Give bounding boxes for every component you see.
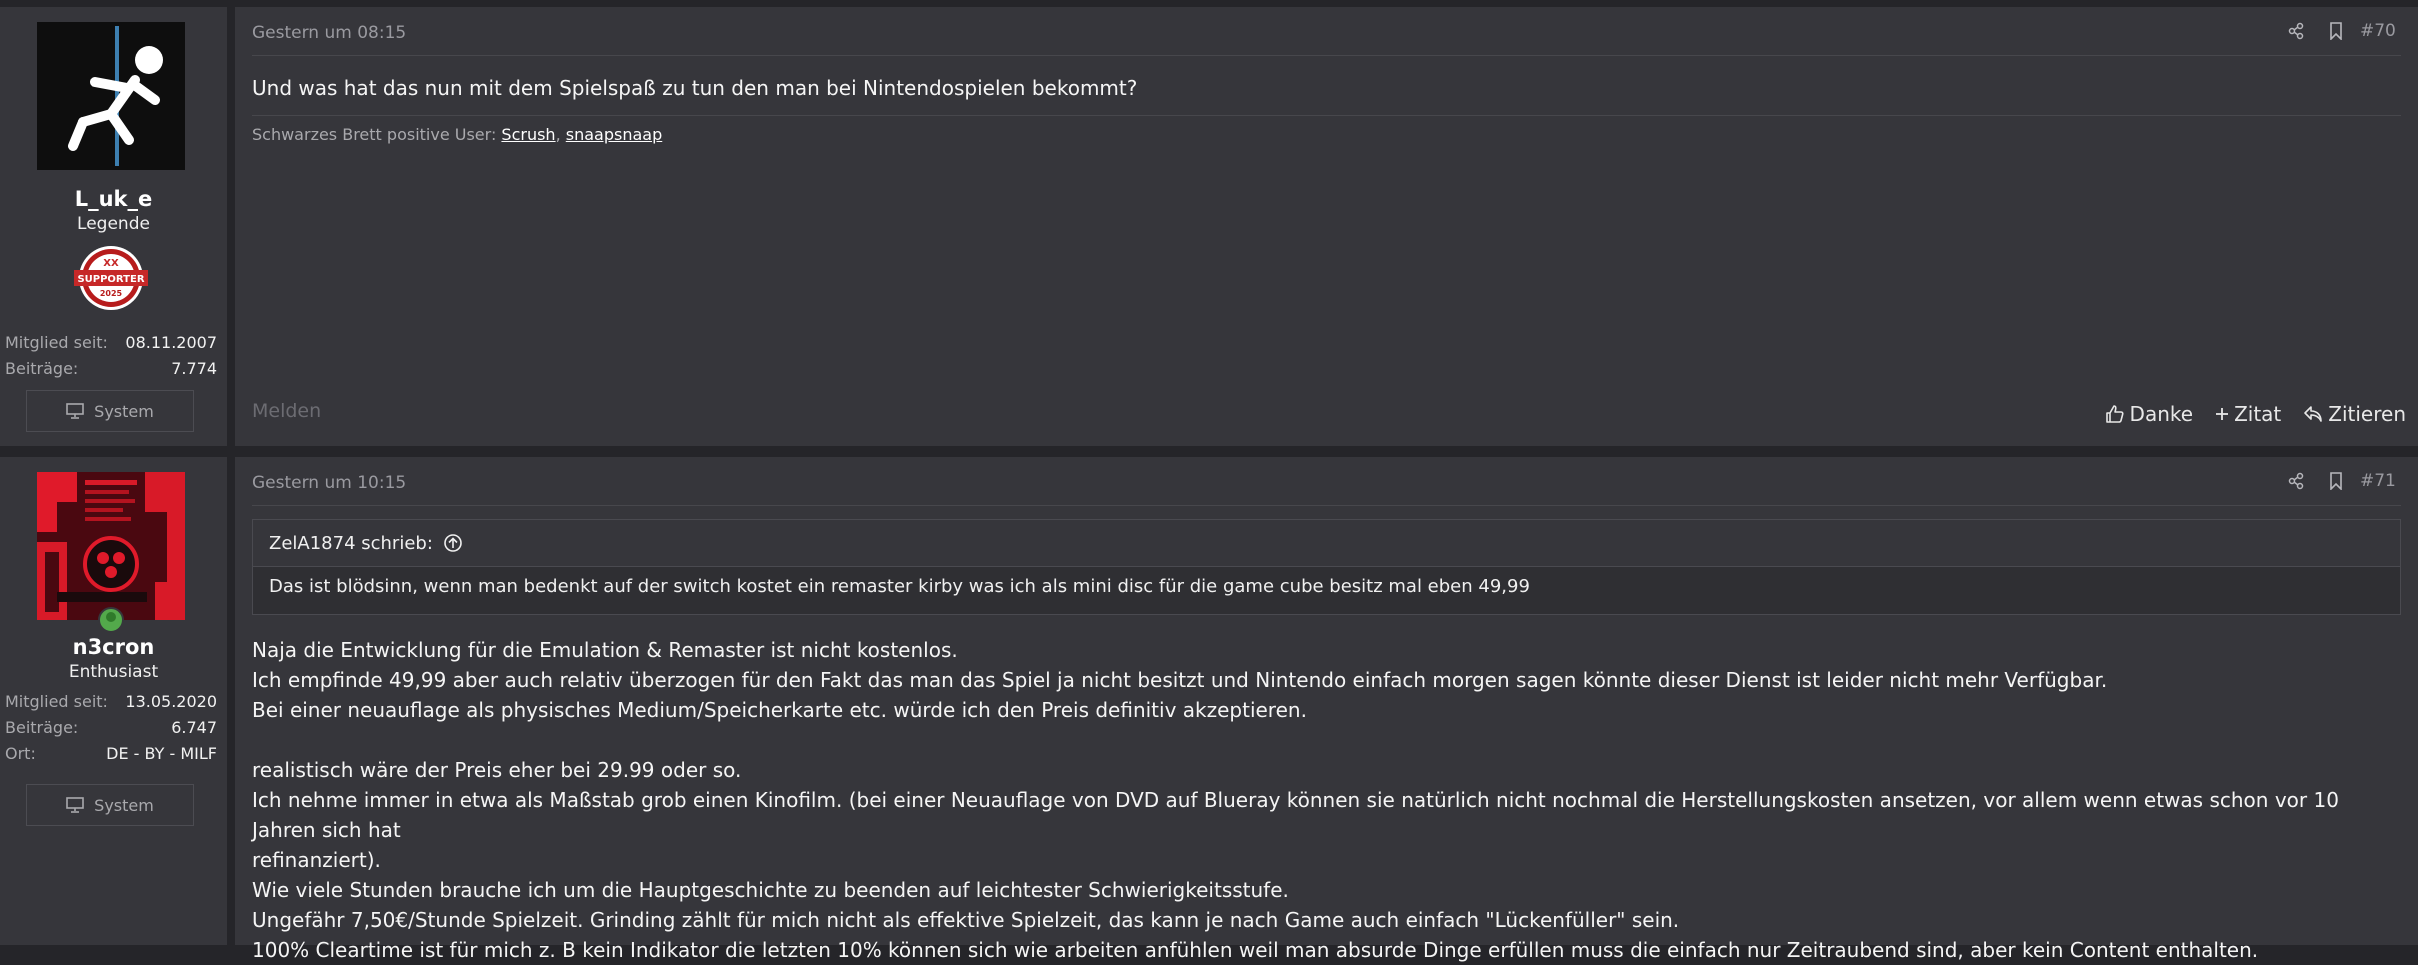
user-title: Enthusiast bbox=[68, 662, 159, 682]
multi-quote-button[interactable]: Zitat bbox=[2215, 402, 2281, 426]
avatar[interactable] bbox=[37, 22, 185, 170]
portal-figure-icon bbox=[37, 22, 185, 170]
post-message: Und was hat das nun mit dem Spielspaß zu… bbox=[252, 76, 1138, 100]
post-date[interactable]: Gestern um 08:15 bbox=[252, 23, 406, 43]
monitor-icon bbox=[66, 403, 84, 419]
supporter-badge-icon: XX SUPPORTER 2025 bbox=[74, 246, 148, 310]
svg-text:2025: 2025 bbox=[100, 289, 123, 298]
thanks-button[interactable]: Danke bbox=[2105, 402, 2194, 426]
member-since-value: 13.05.2020 bbox=[125, 692, 217, 711]
multi-quote-label: Zitat bbox=[2234, 402, 2282, 426]
posts-count-value[interactable]: 7.774 bbox=[171, 359, 217, 378]
post-71: n3cron Enthusiast Mitglied seit: 13.05.2… bbox=[0, 450, 2418, 962]
posts-count-value[interactable]: 6.747 bbox=[171, 718, 217, 737]
message-line: 100% Cleartime ist für mich z. B kein In… bbox=[252, 938, 2259, 962]
signature: Schwarzes Brett positive User: Scrush, s… bbox=[252, 125, 662, 144]
bookmark-icon[interactable] bbox=[2316, 472, 2356, 490]
header-divider bbox=[252, 505, 2401, 506]
post-meta-actions: #70 bbox=[2276, 19, 2418, 43]
post-message: Naja die Entwicklung für die Emulation &… bbox=[252, 635, 2388, 965]
message-line: Ich empfinde 49,99 aber auch relativ übe… bbox=[252, 668, 2108, 692]
message-line bbox=[252, 725, 2388, 755]
username[interactable]: n3cron bbox=[0, 635, 227, 659]
quote-author[interactable]: ZelA1874 schrieb: bbox=[269, 533, 433, 554]
posts-count-row: Beiträge: 7.774 bbox=[5, 359, 217, 378]
share-icon[interactable] bbox=[2276, 22, 2316, 40]
message-line: Wie viele Stunden brauche ich um die Hau… bbox=[252, 878, 1289, 902]
reply-quote-button[interactable]: Zitieren bbox=[2303, 402, 2406, 426]
user-info-panel: L_uk_e Legende XX SUPPORTER 2025 Mitglie… bbox=[0, 7, 227, 446]
cyberpunk-avatar-icon bbox=[37, 472, 185, 620]
supporter-badge: XX SUPPORTER 2025 bbox=[72, 244, 150, 312]
signature-user-link[interactable]: snaapsnaap bbox=[566, 125, 662, 144]
post-meta-actions: #71 bbox=[2276, 469, 2418, 493]
post-content-panel: Gestern um 08:15 #70 Und was hat das nun… bbox=[235, 7, 2418, 446]
user-title: Legende bbox=[77, 214, 150, 234]
message-line: Naja die Entwicklung für die Emulation &… bbox=[252, 638, 958, 662]
report-link[interactable]: Melden bbox=[252, 400, 321, 422]
message-line: Ungefähr 7,50€/Stunde Spielzeit. Grindin… bbox=[252, 908, 1680, 932]
username[interactable]: L_uk_e bbox=[0, 187, 227, 211]
location-row: Ort: DE - BY - MILF bbox=[5, 744, 217, 763]
posts-count-row: Beiträge: 6.747 bbox=[5, 718, 217, 737]
system-button-label: System bbox=[94, 401, 154, 421]
avatar[interactable] bbox=[37, 472, 185, 620]
member-since-row: Mitglied seit: 13.05.2020 bbox=[5, 692, 217, 711]
signature-divider bbox=[252, 115, 2401, 116]
header-divider bbox=[252, 55, 2401, 56]
signature-label: Schwarzes Brett positive User: bbox=[252, 125, 497, 144]
reply-quote-label: Zitieren bbox=[2328, 402, 2406, 426]
svg-text:XX: XX bbox=[103, 258, 119, 269]
message-line: refinanziert). bbox=[252, 848, 381, 872]
location-label: Ort: bbox=[5, 744, 36, 763]
message-line: realistisch wäre der Preis eher bei 29.9… bbox=[252, 758, 742, 782]
system-button[interactable]: System bbox=[26, 784, 194, 826]
member-since-label: Mitglied seit: bbox=[5, 333, 108, 352]
post-number[interactable]: #71 bbox=[2356, 471, 2418, 491]
member-since-value: 08.11.2007 bbox=[125, 333, 217, 352]
quote-header: ZelA1874 schrieb: bbox=[253, 520, 2400, 567]
post-70: L_uk_e Legende XX SUPPORTER 2025 Mitglie… bbox=[0, 0, 2418, 448]
bookmark-icon[interactable] bbox=[2316, 22, 2356, 40]
post-date[interactable]: Gestern um 10:15 bbox=[252, 473, 406, 493]
system-button[interactable]: System bbox=[26, 390, 194, 432]
online-status-icon bbox=[98, 607, 124, 633]
message-line: Bei einer neuauflage als physisches Medi… bbox=[252, 698, 1307, 722]
reply-arrow-icon bbox=[2304, 406, 2323, 422]
share-icon[interactable] bbox=[2276, 472, 2316, 490]
svg-text:SUPPORTER: SUPPORTER bbox=[77, 274, 144, 285]
message-line: Ich nehme immer in etwa als Maßstab grob… bbox=[252, 788, 2339, 842]
post-number[interactable]: #70 bbox=[2356, 21, 2418, 41]
user-info-panel: n3cron Enthusiast Mitglied seit: 13.05.2… bbox=[0, 457, 227, 945]
member-since-label: Mitglied seit: bbox=[5, 692, 108, 711]
post-content-panel: Gestern um 10:15 #71 ZelA1874 schrieb: D… bbox=[235, 457, 2418, 962]
quote-block: ZelA1874 schrieb: Das ist blödsinn, wenn… bbox=[252, 519, 2401, 615]
monitor-icon bbox=[66, 797, 84, 813]
location-value: DE - BY - MILF bbox=[106, 744, 217, 763]
thanks-label: Danke bbox=[2129, 402, 2194, 426]
system-button-label: System bbox=[94, 795, 154, 815]
signature-separator: , bbox=[555, 125, 561, 144]
jump-to-quote-icon[interactable] bbox=[443, 533, 463, 553]
member-since-row: Mitglied seit: 08.11.2007 bbox=[5, 333, 217, 352]
plus-icon bbox=[2216, 408, 2229, 420]
posts-count-label: Beiträge: bbox=[5, 359, 79, 378]
thumbs-up-icon bbox=[2105, 405, 2124, 423]
signature-user-link[interactable]: Scrush bbox=[501, 125, 555, 144]
quote-text: Das ist blödsinn, wenn man bedenkt auf d… bbox=[269, 576, 1530, 597]
post-actions: Danke Zitat Zitieren bbox=[2105, 402, 2406, 426]
posts-count-label: Beiträge: bbox=[5, 718, 79, 737]
